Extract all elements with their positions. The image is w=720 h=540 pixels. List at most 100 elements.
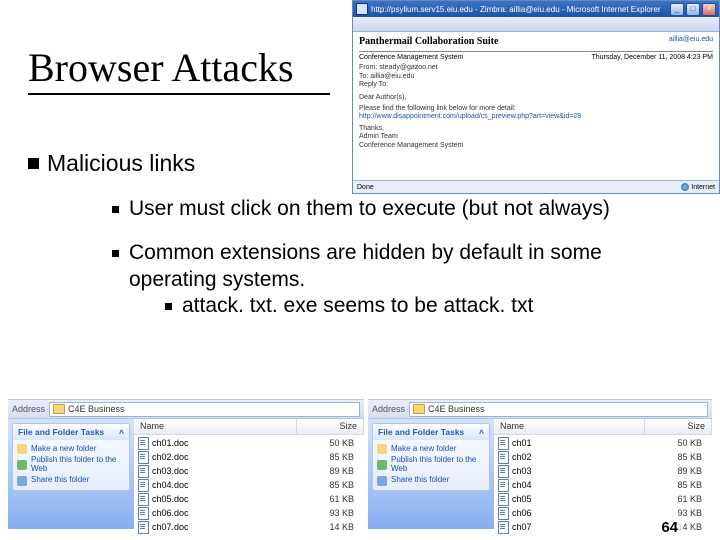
- doc-icon: [138, 451, 149, 464]
- file-size: 89 KB: [648, 466, 708, 476]
- bullet-icon: [112, 250, 119, 257]
- file-size: 93 KB: [300, 508, 360, 518]
- file-name: ch03: [512, 466, 532, 476]
- file-list: Name Size ch01.doc 50 KB ch02.doc 85 KB ch03…: [134, 419, 364, 529]
- file-name: ch07: [512, 522, 532, 532]
- file-row[interactable]: ch0150 KB: [494, 436, 712, 450]
- column-size[interactable]: Size: [645, 419, 712, 434]
- ie-statusbar: Done Internet: [353, 180, 719, 193]
- folder-icon: [377, 444, 387, 454]
- file-size: 85 KB: [648, 452, 708, 462]
- tasks-header-text: File and Folder Tasks: [18, 427, 104, 437]
- task-label: Publish this folder to the Web: [31, 456, 125, 474]
- file-row[interactable]: ch06.doc 93 KB: [134, 506, 364, 520]
- sub-text: Common extensions are hidden by default …: [129, 240, 682, 293]
- status-left: Done: [357, 184, 374, 191]
- file-size: 89 KB: [300, 466, 360, 476]
- share-icon: [17, 476, 27, 486]
- sub-bullet: Common extensions are hidden by default …: [112, 240, 682, 319]
- mail-reply: Reply To:: [359, 81, 713, 89]
- address-input[interactable]: C4E Business: [49, 402, 360, 417]
- address-path: C4E Business: [428, 404, 485, 414]
- ie-window: http://psylium.serv15.eiu.edu - Zimbra: …: [352, 0, 720, 194]
- task-new-folder[interactable]: Make a new folder: [377, 443, 485, 455]
- ie-body: Panthermail Collaboration Suite aillia@e…: [353, 32, 719, 154]
- tasks-header[interactable]: File and Folder Tasks ˄: [373, 424, 489, 440]
- address-bar: Address C4E Business: [8, 400, 364, 419]
- globe-icon: [377, 460, 387, 470]
- task-new-folder[interactable]: Make a new folder: [17, 443, 125, 455]
- task-publish[interactable]: Publish this folder to the Web: [17, 455, 125, 475]
- column-name[interactable]: Name: [494, 419, 645, 434]
- address-input[interactable]: C4E Business: [409, 402, 708, 417]
- ie-icon: [356, 3, 368, 15]
- file-name: ch06: [512, 508, 532, 518]
- tasks-pane: File and Folder Tasks ˄ Make a new folde…: [8, 419, 134, 529]
- task-label: Make a new folder: [391, 445, 456, 454]
- file-row[interactable]: ch04.doc 85 KB: [134, 478, 364, 492]
- file-name: ch01.doc: [152, 438, 189, 448]
- file-row[interactable]: ch07.doc 14 KB: [134, 520, 364, 534]
- bullet-icon: [165, 303, 172, 310]
- address-bar: Address C4E Business: [368, 400, 712, 419]
- tasks-pane: File and Folder Tasks ˄ Make a new folde…: [368, 419, 494, 529]
- task-share[interactable]: Share this folder: [377, 475, 485, 487]
- doc-icon: [498, 521, 509, 534]
- column-name[interactable]: Name: [134, 419, 297, 434]
- file-size: 61 KB: [648, 494, 708, 504]
- sub2-text: attack. txt. exe seems to be attack. txt: [182, 293, 533, 319]
- doc-icon: [138, 479, 149, 492]
- column-size[interactable]: Size: [297, 419, 364, 434]
- doc-icon: [138, 465, 149, 478]
- file-name: ch06.doc: [152, 508, 189, 518]
- doc-icon: [498, 437, 509, 450]
- mail-link[interactable]: http://www.disappointment.com/upload/cs_…: [359, 113, 713, 121]
- user-email: aillia@eiu.edu: [669, 36, 713, 48]
- mail-from: From: steady@gazoo.net: [359, 64, 713, 72]
- doc-icon: [498, 465, 509, 478]
- file-row[interactable]: ch0693 KB: [494, 506, 712, 520]
- file-name: ch07.doc: [152, 522, 189, 532]
- minimize-button[interactable]: _: [670, 3, 684, 16]
- file-row[interactable]: ch03 89 KB: [494, 464, 712, 478]
- explorer-left: Address C4E Business File and Folder Tas…: [8, 399, 364, 530]
- file-name: ch04.doc: [152, 480, 189, 490]
- file-size: 50 KB: [648, 438, 708, 448]
- address-path: C4E Business: [68, 404, 125, 414]
- file-row[interactable]: ch0485 KB: [494, 478, 712, 492]
- close-button[interactable]: ×: [702, 3, 716, 16]
- file-row[interactable]: ch02.doc 85 KB: [134, 450, 364, 464]
- sub-bullets: User must click on them to execute (but …: [112, 196, 682, 337]
- task-publish[interactable]: Publish this folder to the Web: [377, 455, 485, 475]
- folder-icon: [17, 444, 27, 454]
- task-label: Share this folder: [391, 476, 449, 485]
- file-row[interactable]: ch0561 KB: [494, 492, 712, 506]
- task-share[interactable]: Share this folder: [17, 475, 125, 487]
- ie-title-text: http://psylium.serv15.eiu.edu - Zimbra: …: [371, 5, 661, 14]
- address-label: Address: [12, 404, 45, 414]
- file-row[interactable]: ch05.doc61 KB: [134, 492, 364, 506]
- maximize-button[interactable]: □: [686, 3, 700, 16]
- file-size: 14 KB: [300, 522, 360, 532]
- file-row[interactable]: ch03.doc 89 KB: [134, 464, 364, 478]
- file-row[interactable]: ch0285 KB: [494, 450, 712, 464]
- doc-icon: [138, 521, 149, 534]
- mail-sig: Conference Management System: [359, 142, 713, 150]
- file-size: 85 KB: [300, 480, 360, 490]
- globe-icon: [17, 460, 27, 470]
- tasks-header[interactable]: File and Folder Tasks ˄: [13, 424, 129, 440]
- bullet-main-text: Malicious links: [47, 150, 195, 177]
- chevron-up-icon: ˄: [479, 427, 484, 437]
- doc-icon: [498, 479, 509, 492]
- file-name: ch05.doc: [152, 494, 189, 504]
- file-size: 85 KB: [300, 452, 360, 462]
- file-name: ch03.doc: [152, 466, 189, 476]
- mail-to: To: aillia@eiu.edu: [359, 73, 713, 81]
- file-size: 50 KB: [300, 438, 360, 448]
- doc-icon: [138, 493, 149, 506]
- file-row[interactable]: ch01.doc 50 KB: [134, 436, 364, 450]
- bullet-main: Malicious links: [28, 150, 195, 177]
- file-name: ch02.doc: [152, 452, 189, 462]
- folder-icon: [413, 404, 425, 414]
- doc-icon: [498, 451, 509, 464]
